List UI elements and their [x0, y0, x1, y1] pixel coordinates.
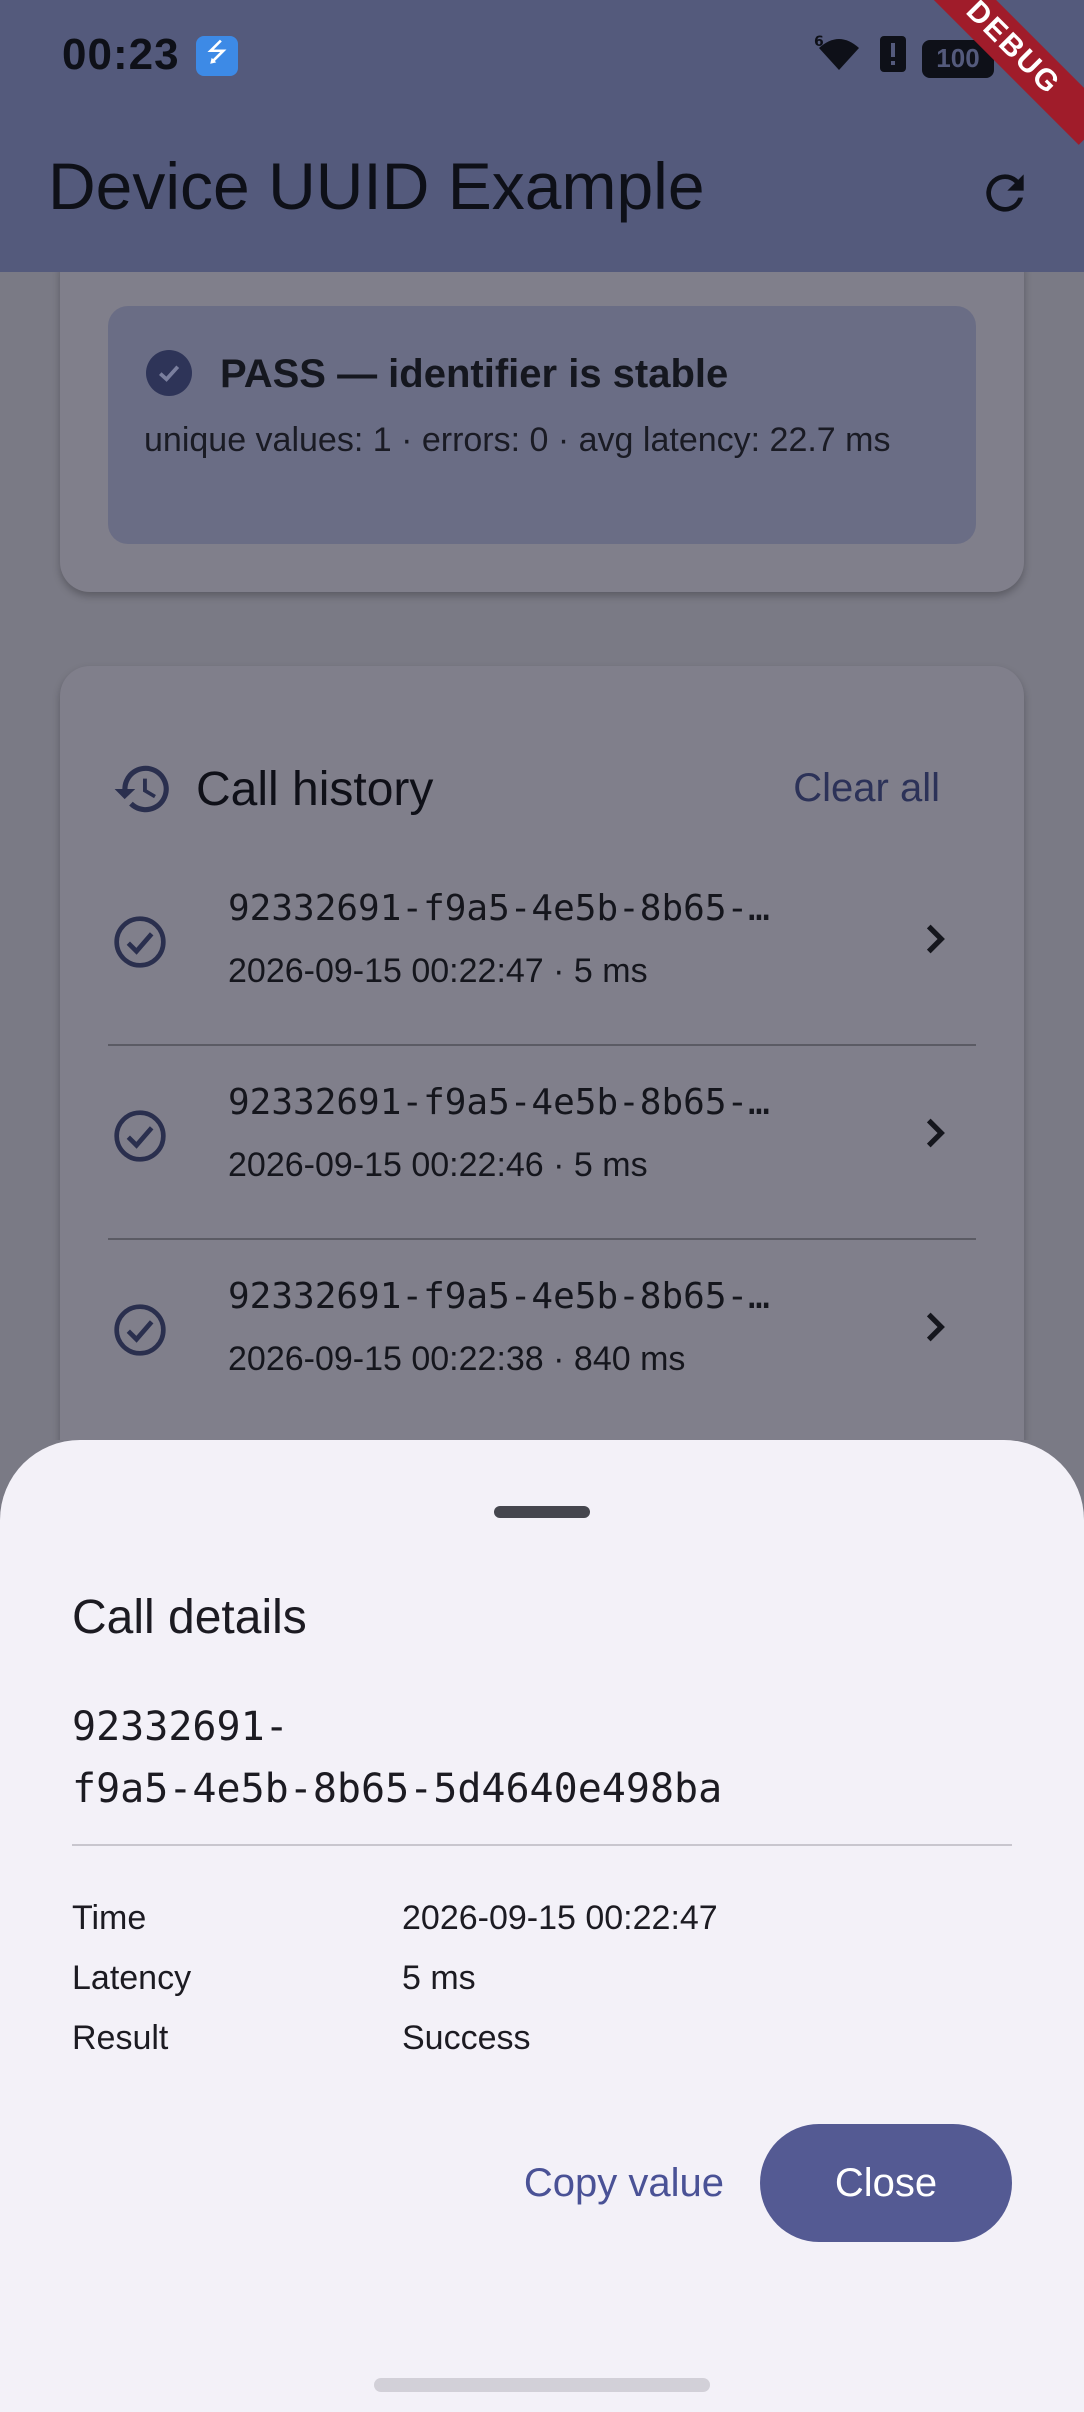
detail-key: Result — [72, 2018, 169, 2057]
wifi-icon: 6 — [814, 34, 864, 83]
pass-title: PASS — identifier is stable — [220, 352, 729, 396]
page-title: Device UUID Example — [48, 149, 705, 223]
copy-value-button[interactable]: Copy value — [524, 2141, 724, 2226]
detail-row-time: Time 2026-09-15 00:22:47 — [72, 1888, 972, 1948]
chevron-right-icon — [926, 1118, 945, 1148]
status-bar: 00:23 ⭍ 6 100 — [0, 0, 1084, 112]
refresh-icon — [986, 174, 1024, 212]
detail-value: 2026-09-15 00:22:47 — [402, 1898, 718, 1937]
summary-card: PASS — identifier is stable unique value… — [60, 272, 1024, 592]
svg-text:6: 6 — [814, 34, 824, 50]
history-row-id: 92332691-f9a5-4e5b-8b65-… — [228, 888, 770, 929]
check-circle-outline-icon — [114, 1110, 166, 1162]
history-row[interactable]: 92332691-f9a5-4e5b-8b65-… 2026-09-15 00:… — [108, 852, 976, 1046]
refresh-button[interactable] — [962, 150, 1048, 236]
uuid-value: 92332691- f9a5-4e5b-8b65-5d4640e498ba — [72, 1696, 972, 1820]
pass-banner: PASS — identifier is stable unique value… — [108, 306, 976, 544]
history-row-meta: 2026-09-15 00:22:47 · 5 ms — [228, 952, 648, 990]
clear-all-button[interactable]: Clear all — [793, 766, 940, 811]
history-icon — [114, 765, 169, 813]
status-time: 00:23 — [62, 30, 180, 79]
check-circle-outline-icon — [114, 916, 166, 968]
detail-list: Time 2026-09-15 00:22:47 Latency 5 ms Re… — [72, 1888, 972, 2068]
check-circle-outline-icon — [114, 1304, 166, 1356]
usb-icon: ⭍ — [196, 36, 238, 76]
history-row-meta: 2026-09-15 00:22:38 · 840 ms — [228, 1340, 686, 1378]
detail-row-latency: Latency 5 ms — [72, 1948, 972, 2008]
alert-icon — [878, 34, 908, 83]
status-icons: 6 100 — [814, 34, 994, 83]
history-title: Call history — [196, 762, 434, 816]
detail-value: 5 ms — [402, 1958, 476, 1997]
history-row-id: 92332691-f9a5-4e5b-8b65-… — [228, 1276, 770, 1317]
home-indicator[interactable] — [374, 2378, 710, 2392]
divider — [72, 1844, 1012, 1846]
check-circle-icon — [146, 350, 192, 396]
history-row[interactable]: 92332691-f9a5-4e5b-8b65-… 2026-09-15 00:… — [108, 1240, 976, 1434]
history-list: 92332691-f9a5-4e5b-8b65-… 2026-09-15 00:… — [108, 852, 976, 1434]
scrim-content[interactable]: PASS — identifier is stable unique value… — [0, 272, 1084, 1440]
uuid-value-line: 92332691- — [72, 1704, 289, 1750]
sheet-actions: Copy value Close — [524, 2124, 1012, 2242]
sheet-title: Call details — [72, 1591, 307, 1644]
pass-stats: unique values: 1 · errors: 0 · avg laten… — [144, 421, 891, 459]
detail-value: Success — [402, 2018, 531, 2057]
detail-key: Time — [72, 1898, 147, 1937]
history-row[interactable]: 92332691-f9a5-4e5b-8b65-… 2026-09-15 00:… — [108, 1046, 976, 1240]
uuid-value-line: f9a5-4e5b-8b65-5d4640e498ba — [72, 1766, 723, 1812]
detail-key: Latency — [72, 1958, 192, 1997]
app-bar: Device UUID Example — [0, 112, 1084, 272]
drag-handle[interactable] — [494, 1506, 590, 1518]
close-button[interactable]: Close — [760, 2124, 1012, 2242]
history-row-meta: 2026-09-15 00:22:46 · 5 ms — [228, 1146, 648, 1184]
history-header: Call history — [112, 758, 433, 820]
detail-row-result: Result Success — [72, 2008, 972, 2068]
chevron-right-icon — [926, 924, 945, 954]
call-details-sheet: Call details 92332691- f9a5-4e5b-8b65-5d… — [0, 1440, 1084, 2412]
chevron-right-icon — [926, 1312, 945, 1342]
history-card: Call history Clear all 92332691-f9a5-4e5… — [60, 666, 1024, 1440]
history-row-id: 92332691-f9a5-4e5b-8b65-… — [228, 1082, 770, 1123]
